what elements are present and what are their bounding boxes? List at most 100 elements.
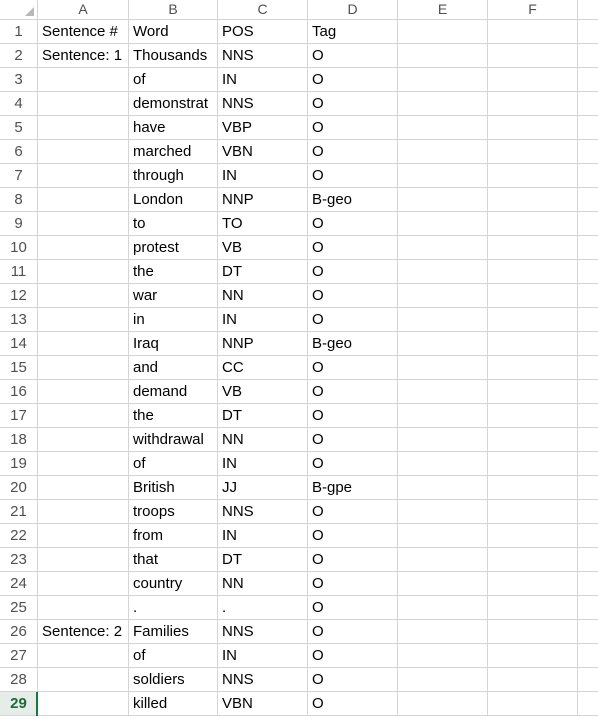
cell-a[interactable] <box>38 236 129 260</box>
row-header[interactable]: 12 <box>0 284 38 308</box>
cell-f[interactable] <box>488 596 578 620</box>
cell-a[interactable] <box>38 212 129 236</box>
cell-f[interactable] <box>488 140 578 164</box>
cell-e[interactable] <box>398 452 488 476</box>
cell-f[interactable] <box>488 164 578 188</box>
row-header[interactable]: 21 <box>0 500 38 524</box>
cell-b[interactable]: country <box>129 572 218 596</box>
cell-a[interactable] <box>38 140 129 164</box>
cell-d[interactable]: O <box>308 92 398 116</box>
cell-a[interactable] <box>38 164 129 188</box>
cell-b[interactable]: . <box>129 596 218 620</box>
cell-a[interactable] <box>38 644 129 668</box>
cell-e[interactable] <box>398 500 488 524</box>
cell-a[interactable] <box>38 404 129 428</box>
row-header[interactable]: 10 <box>0 236 38 260</box>
cell-b[interactable]: in <box>129 308 218 332</box>
cell-a[interactable] <box>38 452 129 476</box>
cell-g[interactable] <box>578 500 598 524</box>
cell-d[interactable]: O <box>308 548 398 572</box>
cell-b[interactable]: and <box>129 356 218 380</box>
cell-a[interactable] <box>38 596 129 620</box>
cell-f[interactable] <box>488 668 578 692</box>
cell-c[interactable]: DT <box>218 260 308 284</box>
cell-c[interactable]: DT <box>218 404 308 428</box>
cell-b[interactable]: that <box>129 548 218 572</box>
cell-f[interactable] <box>488 404 578 428</box>
cell-d[interactable]: O <box>308 452 398 476</box>
cell-e[interactable] <box>398 332 488 356</box>
column-header-a[interactable]: A <box>38 0 129 20</box>
row-header[interactable]: 13 <box>0 308 38 332</box>
cell-c[interactable]: NNS <box>218 620 308 644</box>
cell-g[interactable] <box>578 332 598 356</box>
cell-d[interactable]: O <box>308 596 398 620</box>
cell-a[interactable] <box>38 380 129 404</box>
cell-c[interactable]: NNP <box>218 188 308 212</box>
cell-c[interactable]: NN <box>218 284 308 308</box>
cell-a[interactable] <box>38 524 129 548</box>
cell-e[interactable] <box>398 644 488 668</box>
cell-g[interactable] <box>578 284 598 308</box>
cell-f[interactable] <box>488 692 578 716</box>
cell-d[interactable]: O <box>308 524 398 548</box>
cell-b[interactable]: marched <box>129 140 218 164</box>
row-header[interactable]: 28 <box>0 668 38 692</box>
cell-d[interactable]: O <box>308 236 398 260</box>
cell-a[interactable] <box>38 308 129 332</box>
cell-b[interactable]: to <box>129 212 218 236</box>
cell-a[interactable]: Sentence: 1 <box>38 44 129 68</box>
cell-b[interactable]: demand <box>129 380 218 404</box>
cell-f[interactable] <box>488 572 578 596</box>
row-header[interactable]: 14 <box>0 332 38 356</box>
cell-e[interactable] <box>398 284 488 308</box>
cell-f[interactable] <box>488 332 578 356</box>
row-header[interactable]: 15 <box>0 356 38 380</box>
cell-b[interactable]: Families <box>129 620 218 644</box>
column-header-d[interactable]: D <box>308 0 398 20</box>
cell-g[interactable] <box>578 212 598 236</box>
cell-d[interactable]: O <box>308 164 398 188</box>
select-all-corner[interactable] <box>0 0 38 20</box>
cell-d[interactable]: O <box>308 68 398 92</box>
cell-c[interactable]: NNP <box>218 332 308 356</box>
cell-b[interactable]: withdrawal <box>129 428 218 452</box>
cell-c[interactable]: VBP <box>218 116 308 140</box>
cell-g[interactable] <box>578 620 598 644</box>
cell-b[interactable]: through <box>129 164 218 188</box>
cell-f[interactable] <box>488 68 578 92</box>
cell-g[interactable] <box>578 404 598 428</box>
cell-d[interactable]: O <box>308 284 398 308</box>
cell-f[interactable] <box>488 620 578 644</box>
cell-d[interactable]: B-gpe <box>308 476 398 500</box>
cell-b[interactable]: have <box>129 116 218 140</box>
cell-e[interactable] <box>398 92 488 116</box>
cell-f[interactable] <box>488 380 578 404</box>
cell-f[interactable] <box>488 260 578 284</box>
cell-b[interactable]: Thousands <box>129 44 218 68</box>
row-header[interactable]: 2 <box>0 44 38 68</box>
cell-d[interactable]: O <box>308 668 398 692</box>
cell-e[interactable] <box>398 308 488 332</box>
cell-e[interactable] <box>398 596 488 620</box>
cell-e[interactable] <box>398 404 488 428</box>
row-header[interactable]: 11 <box>0 260 38 284</box>
cell-g[interactable] <box>578 596 598 620</box>
cell-f[interactable] <box>488 524 578 548</box>
cell-b[interactable]: war <box>129 284 218 308</box>
cell-a[interactable] <box>38 260 129 284</box>
cell-e[interactable] <box>398 116 488 140</box>
cell-c[interactable]: IN <box>218 68 308 92</box>
cell-a[interactable] <box>38 572 129 596</box>
row-header[interactable]: 20 <box>0 476 38 500</box>
row-header[interactable]: 17 <box>0 404 38 428</box>
cell-g[interactable] <box>578 524 598 548</box>
cell-c[interactable]: DT <box>218 548 308 572</box>
cell-e[interactable] <box>398 236 488 260</box>
cell-c[interactable]: CC <box>218 356 308 380</box>
column-header-f[interactable]: F <box>488 0 578 20</box>
cell-f[interactable] <box>488 644 578 668</box>
cell-f[interactable] <box>488 428 578 452</box>
cell-e[interactable] <box>398 476 488 500</box>
cell-d[interactable]: O <box>308 356 398 380</box>
